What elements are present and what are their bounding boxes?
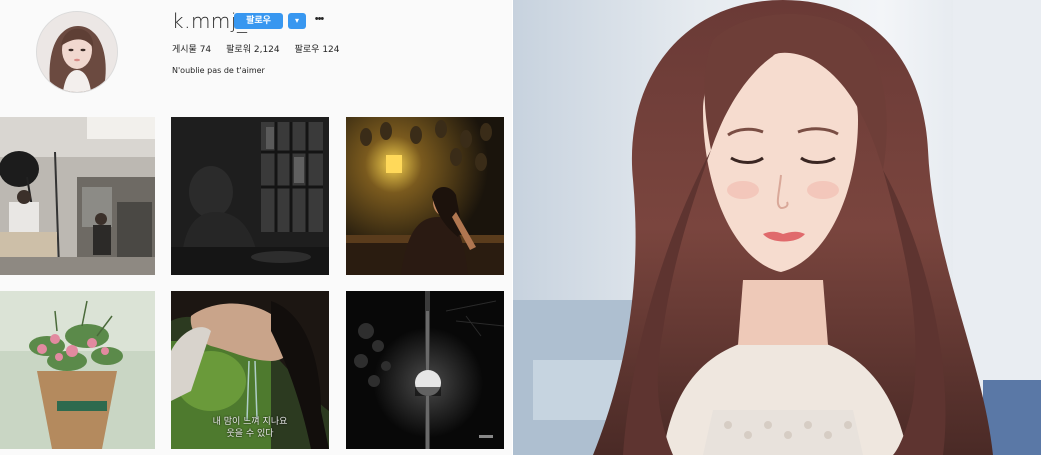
post-thumbnail-window[interactable] bbox=[171, 117, 329, 275]
posts-count[interactable]: 게시물 74 bbox=[172, 42, 211, 55]
profile-avatar[interactable] bbox=[36, 11, 118, 93]
following-count[interactable]: 팔로우 124 bbox=[295, 42, 340, 55]
studio-photo bbox=[0, 117, 155, 275]
follow-button[interactable]: 팔로우 bbox=[234, 13, 283, 29]
portrait-image bbox=[513, 0, 1041, 455]
avatar-image bbox=[37, 12, 117, 92]
portrait-photo-panel bbox=[513, 0, 1041, 455]
cafe-lamp-photo bbox=[346, 117, 504, 275]
night-moon-photo bbox=[346, 291, 504, 449]
instagram-profile-panel: k.mmj_ 팔로우 ▾ ••• 게시물 74 팔로워 2,124 팔로우 12… bbox=[0, 0, 512, 455]
more-options-button[interactable]: ••• bbox=[312, 11, 326, 27]
profile-bio: N'oublie pas de t'aimer bbox=[172, 66, 265, 75]
video-caption-line-1: 내 맘이 느껴 지나요 bbox=[212, 417, 288, 427]
post-thumbnail-moon[interactable] bbox=[346, 291, 504, 449]
window-portrait-photo bbox=[171, 117, 329, 275]
followers-count[interactable]: 팔로워 2,124 bbox=[226, 42, 279, 55]
post-thumbnail-cafe[interactable] bbox=[346, 117, 504, 275]
profile-stats: 게시물 74 팔로워 2,124 팔로우 124 bbox=[172, 42, 340, 55]
post-thumbnail-studio[interactable] bbox=[0, 117, 155, 275]
post-thumbnail-flowers[interactable] bbox=[0, 291, 155, 449]
flower-bouquet-photo bbox=[0, 291, 155, 449]
suggestions-dropdown-button[interactable]: ▾ bbox=[288, 13, 306, 29]
post-thumbnail-water[interactable]: 내 맘이 느껴 지나요 웃을 수 있다 bbox=[171, 291, 329, 449]
video-caption-line-2: 웃을 수 있다 bbox=[226, 429, 274, 439]
